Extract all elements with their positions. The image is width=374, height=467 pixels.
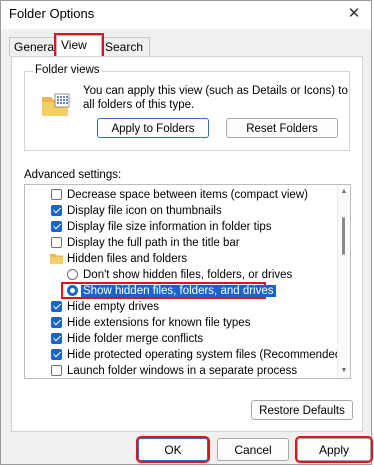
advanced-settings-list: Decrease space between items (compact vi… xyxy=(24,184,351,379)
scroll-down-icon[interactable]: ▼ xyxy=(340,367,348,375)
ok-button[interactable]: OK xyxy=(136,436,210,463)
folder-views-group: Folder views You can apply this view (su… xyxy=(24,64,350,151)
reset-folders-button[interactable]: Reset Folders xyxy=(226,118,338,138)
list-item-label: Hide empty drives xyxy=(67,301,160,313)
advanced-settings-label: Advanced settings: xyxy=(24,169,122,181)
list-item-label: Display the full path in the title bar xyxy=(67,237,240,249)
radio-dont-show-hidden[interactable] xyxy=(67,269,78,280)
checkbox-hide-extensions[interactable] xyxy=(51,317,62,328)
checkbox-full-path-title[interactable] xyxy=(51,237,62,248)
folder-views-description: You can apply this view (such as Details… xyxy=(83,85,348,111)
view-tab-panel: Folder views You can apply this view (su… xyxy=(11,56,363,432)
radio-show-hidden[interactable] xyxy=(67,285,78,296)
list-scrollbar[interactable]: ▲ ▼ xyxy=(337,185,350,378)
checkbox-file-icon-thumbnails[interactable] xyxy=(51,205,62,216)
cancel-button[interactable]: Cancel xyxy=(217,438,289,461)
list-item-label: Don't show hidden files, folders, or dri… xyxy=(83,269,293,281)
list-item-label: Display file icon on thumbnails xyxy=(67,205,222,217)
folder-icon xyxy=(50,254,63,264)
apply-to-folders-button[interactable]: Apply to Folders xyxy=(97,118,209,138)
list-item-label: Show hidden files, folders, and drives xyxy=(81,283,276,299)
window-title: Folder Options xyxy=(9,6,95,21)
list-item-label: Launch folder windows in a separate proc… xyxy=(67,365,298,377)
list-item-label: Hide protected operating system files (R… xyxy=(67,349,346,361)
scroll-thumb[interactable] xyxy=(342,217,345,255)
checkbox-separate-process[interactable] xyxy=(51,365,62,376)
scroll-up-icon[interactable]: ▲ xyxy=(340,188,348,196)
checkbox-hide-protected-os-files[interactable] xyxy=(51,349,62,360)
restore-defaults-button[interactable]: Restore Defaults xyxy=(251,400,353,420)
list-item-label: Hide extensions for known file types xyxy=(67,317,251,329)
checkbox-compact-view[interactable] xyxy=(51,189,62,200)
folder-views-label: Folder views xyxy=(33,64,102,76)
checkbox-hide-empty-drives[interactable] xyxy=(51,301,62,312)
folder-options-dialog: Folder Options ✕ General Search View Fol… xyxy=(0,0,373,465)
title-bar: Folder Options ✕ xyxy=(1,1,371,29)
tab-search[interactable]: Search xyxy=(100,37,150,56)
list-item-label: Display file size information in folder … xyxy=(67,221,272,233)
close-icon[interactable]: ✕ xyxy=(341,3,367,25)
folder-icon xyxy=(42,93,70,116)
tab-general[interactable]: General xyxy=(9,37,57,56)
checkbox-file-size-tips[interactable] xyxy=(51,221,62,232)
list-item-label: Hidden files and folders xyxy=(67,253,188,265)
list-item-label: Decrease space between items (compact vi… xyxy=(67,189,308,201)
apply-button[interactable]: Apply xyxy=(295,436,373,463)
list-item-label: Hide folder merge conflicts xyxy=(67,333,204,345)
tab-view[interactable]: View xyxy=(54,33,104,59)
selected-item-text: Show hidden files, folders, and drives xyxy=(81,285,276,297)
checkbox-hide-merge-conflicts[interactable] xyxy=(51,333,62,344)
